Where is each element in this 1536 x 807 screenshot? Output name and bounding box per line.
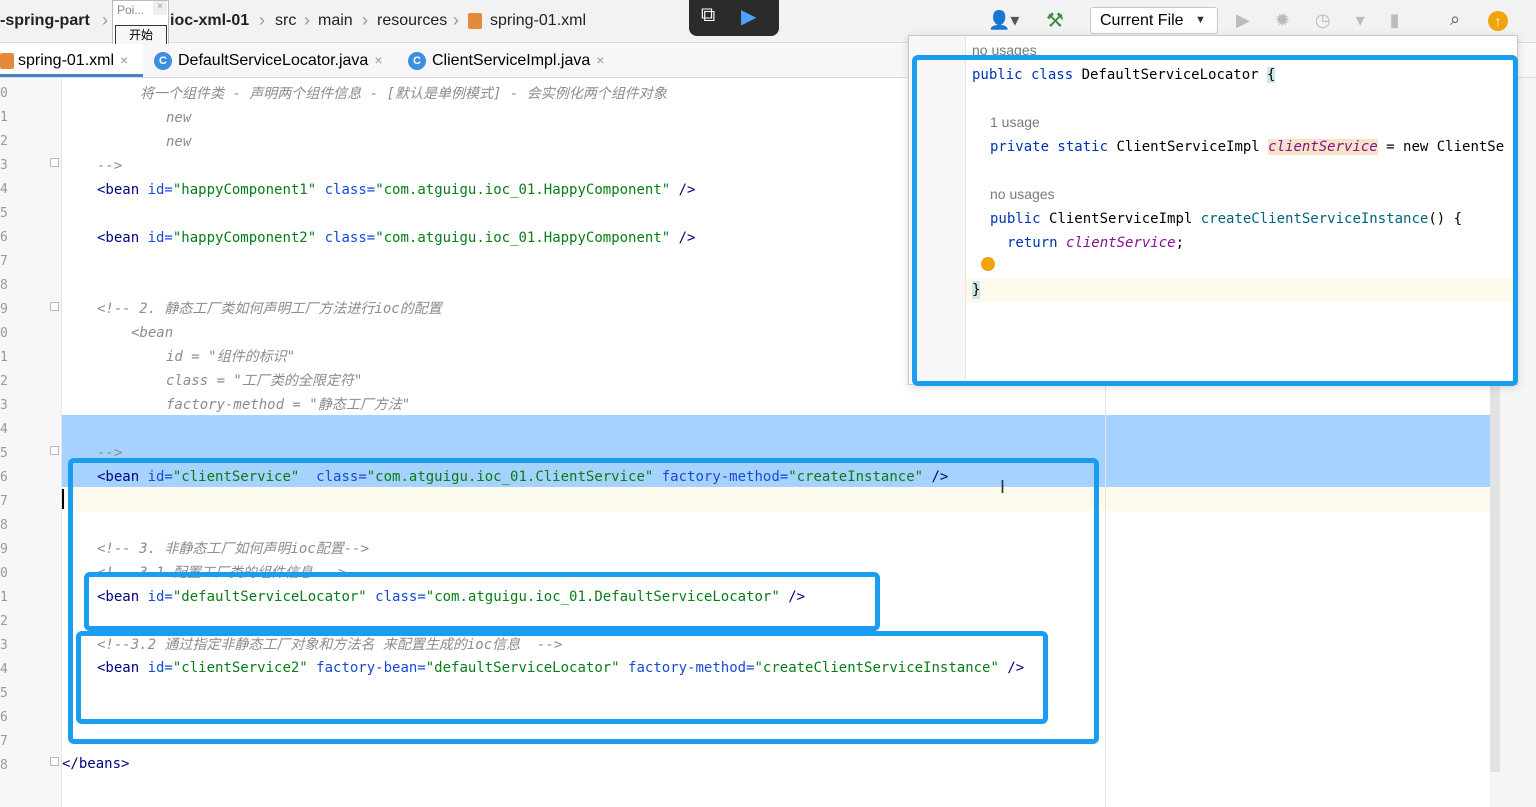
xml-file-icon — [0, 52, 14, 69]
highlight-box-popup — [912, 55, 1518, 386]
code-comment: 将一个组件类 - 声明两个组件信息 - [默认是单例模式] - 会实例化两个组件… — [140, 86, 667, 102]
user-icon[interactable]: 👤▾ — [988, 10, 1019, 31]
breadcrumb-resources[interactable]: resources — [377, 12, 447, 30]
chevron-down-icon: ▼ — [1195, 14, 1206, 26]
close-icon[interactable]: × — [596, 52, 604, 68]
popup-close-icon[interactable]: × — [153, 1, 167, 15]
popup-title: Poi... — [117, 3, 145, 17]
breadcrumb-module[interactable]: ioc-xml-01 — [170, 12, 249, 30]
code-comment: new — [166, 110, 192, 126]
minimize-icon[interactable]: ⧉ — [701, 4, 723, 30]
highlight-box-bean5 — [76, 631, 1048, 724]
breadcrumb-src[interactable]: src — [275, 12, 296, 30]
breadcrumb-file[interactable]: spring-01.xml — [490, 12, 586, 30]
breadcrumb-separator: › — [362, 10, 368, 30]
fold-marker[interactable] — [50, 302, 59, 311]
java-class-icon: C — [154, 51, 172, 70]
code-line-bean1: <bean id="happyComponent1" class="com.at… — [97, 182, 696, 198]
search-icon[interactable]: ⌕ — [1450, 9, 1460, 30]
code-line-bean2: <bean id="happyComponent2" class="com.at… — [97, 230, 696, 246]
text-caret — [62, 489, 64, 509]
tab-default-service-locator[interactable]: C DefaultServiceLocator.java × — [154, 44, 383, 77]
code-comment: --> — [97, 158, 123, 174]
popup-start-button[interactable]: 开始 — [115, 25, 167, 46]
run-configuration-select[interactable]: Current File ▼ — [1090, 7, 1218, 34]
highlight-box-bean4 — [84, 572, 880, 631]
fold-marker[interactable] — [50, 158, 59, 167]
close-icon[interactable]: × — [120, 52, 128, 68]
build-hammer-icon[interactable]: ⚒ — [1046, 8, 1064, 33]
breadcrumb-separator: › — [102, 10, 108, 30]
fold-marker[interactable] — [50, 446, 59, 455]
recorder-toolbar: ⧉ ▶ — [689, 0, 779, 36]
update-icon[interactable]: ↑ — [1488, 11, 1508, 31]
floating-popup: Poi... × 开始 — [112, 0, 169, 46]
screen-record-icon[interactable]: ▶ — [741, 4, 767, 30]
breadcrumb-separator: › — [453, 10, 459, 30]
code-comment: new — [166, 134, 192, 150]
line-number-gutter — [0, 78, 62, 807]
close-icon[interactable]: × — [374, 52, 382, 68]
fold-marker[interactable] — [50, 757, 59, 766]
tab-client-service-impl[interactable]: C ClientServiceImpl.java × — [408, 44, 604, 77]
run-debug-icons[interactable]: ▶ ✹ ◷ ▾ ▮ — [1236, 10, 1410, 31]
code-comment: class = "工厂类的全限定符" — [166, 373, 363, 389]
breadcrumb-separator: › — [259, 10, 265, 30]
xml-file-icon — [468, 13, 482, 29]
code-line-end: </beans> — [62, 756, 130, 772]
code-comment: <!-- 2. 静态工厂类如何声明工厂方法进行ioc的配置 — [97, 301, 442, 317]
java-class-icon: C — [408, 51, 426, 70]
code-comment: id = "组件的标识" — [166, 349, 296, 365]
breadcrumb-main[interactable]: main — [318, 12, 353, 30]
tab-spring-01-xml[interactable]: spring-01.xml × — [0, 44, 143, 77]
run-configuration-label: Current File — [1100, 12, 1184, 29]
breadcrumb-separator: › — [304, 10, 310, 30]
breadcrumb-project[interactable]: -spring-part — [0, 12, 90, 30]
code-comment: <bean — [131, 325, 174, 341]
code-comment: factory-method = "静态工厂方法" — [166, 397, 411, 413]
